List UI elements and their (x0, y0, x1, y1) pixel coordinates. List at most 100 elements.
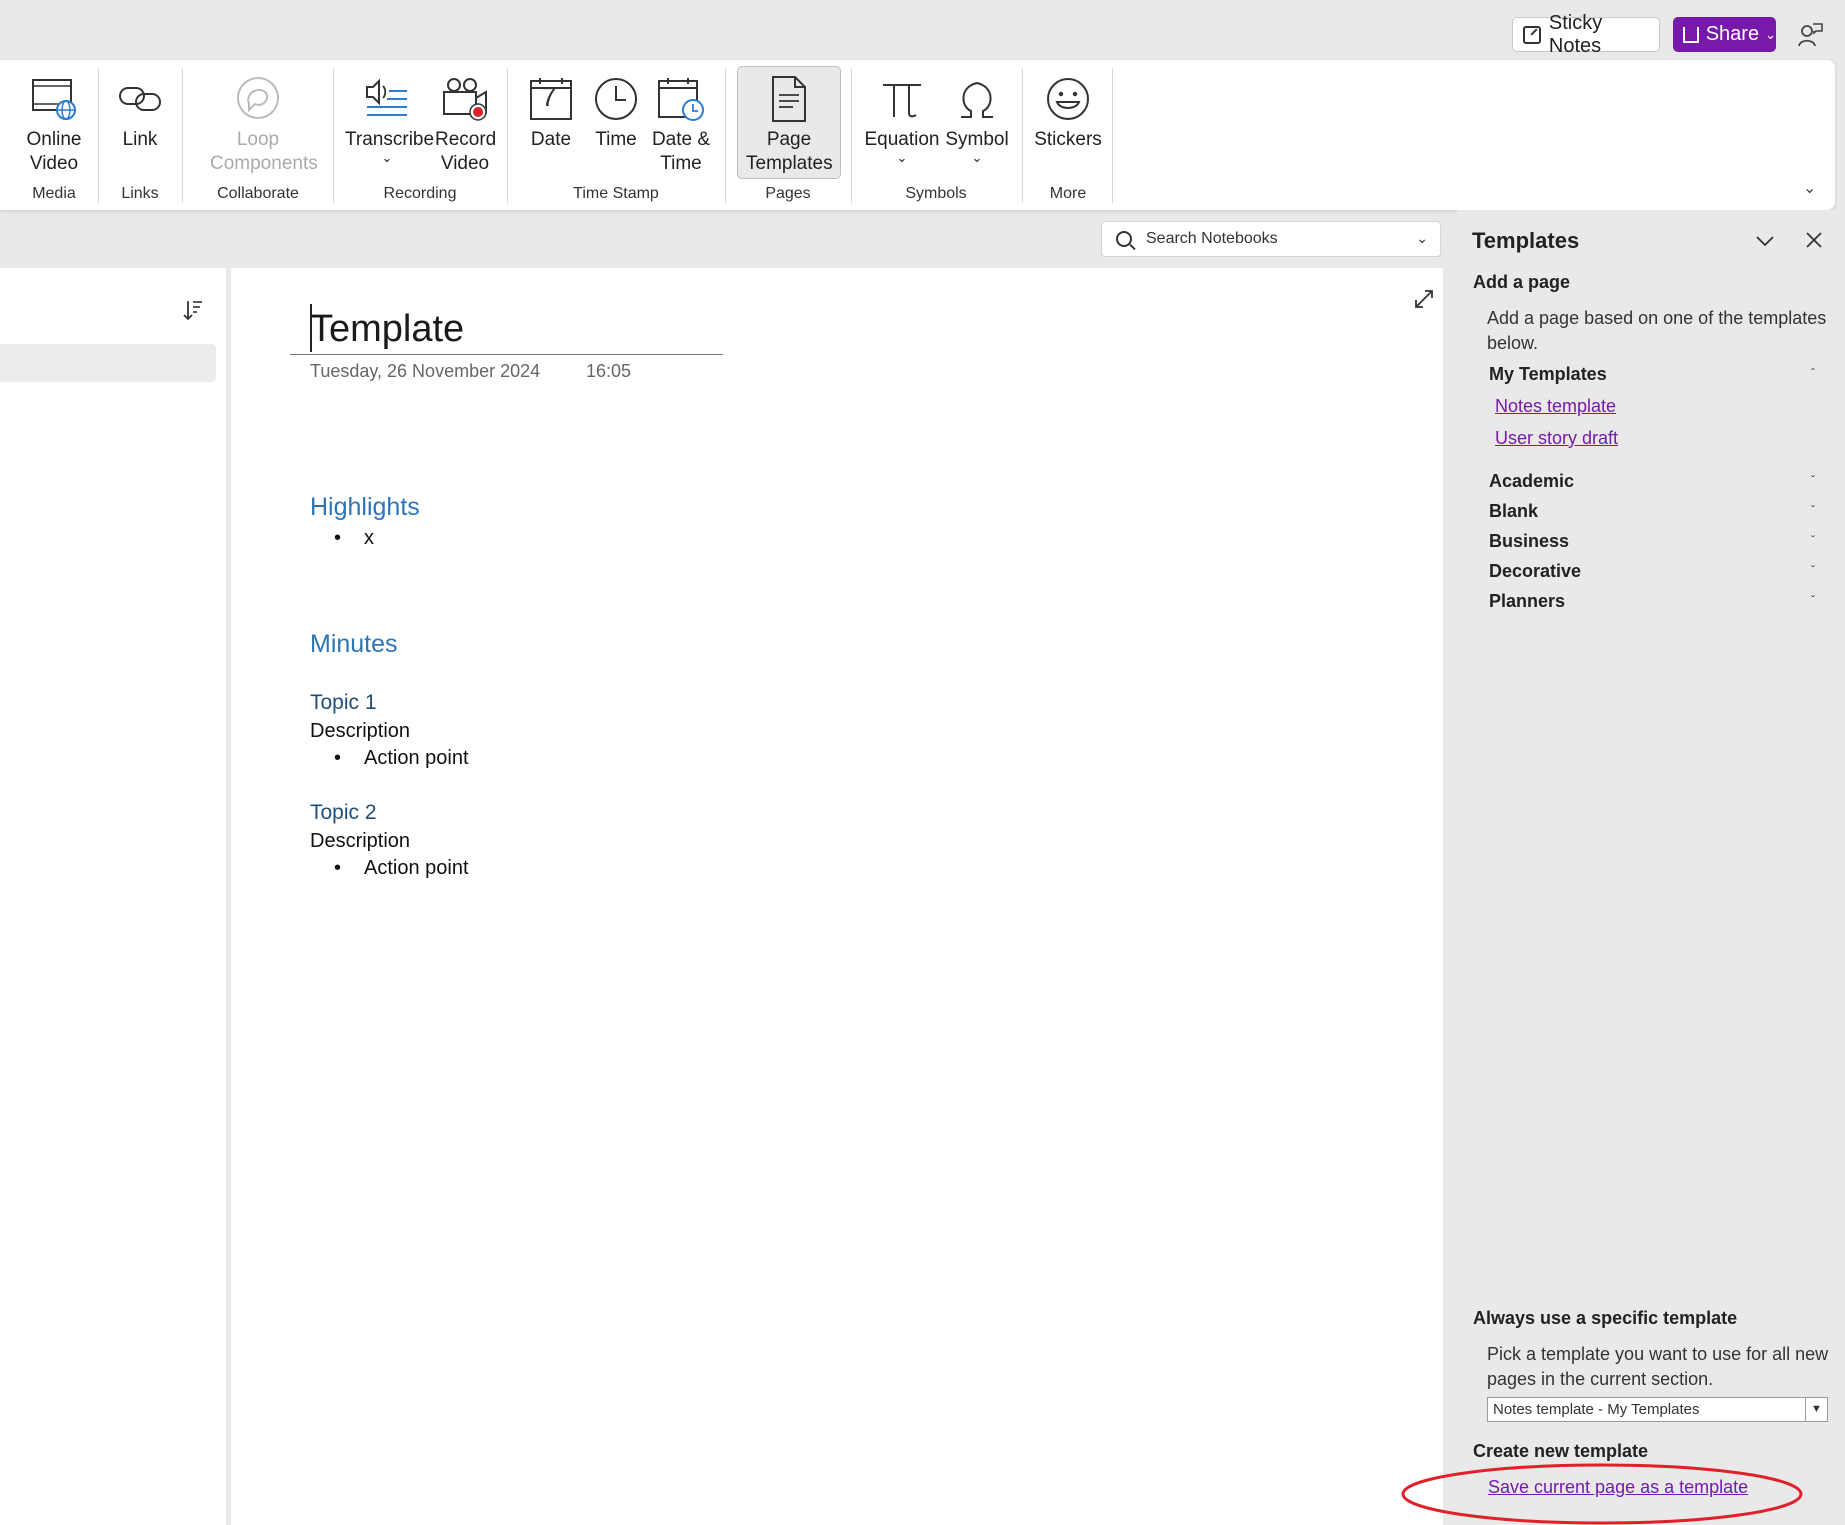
chevron-down-icon: ˇ (1811, 473, 1815, 487)
create-template-heading: Create new template (1473, 1441, 1649, 1461)
group-divider (182, 68, 183, 203)
group-time-stamp: Time Stamp (573, 185, 659, 202)
chevron-down-icon[interactable] (1754, 230, 1776, 252)
group-links: Links (121, 185, 159, 202)
record-video-button[interactable]: Record Video (430, 70, 500, 176)
chevron-down-icon: ˇ (1811, 503, 1815, 517)
templates-pane-title: Templates (1472, 228, 1580, 253)
page-canvas[interactable] (231, 268, 1443, 1525)
close-icon[interactable] (1804, 230, 1824, 250)
group-divider (333, 68, 334, 203)
record-video-label: Record Video (435, 129, 497, 174)
loop-components-label: Loop Components (210, 129, 318, 174)
list-item[interactable]: Action point (334, 857, 469, 880)
topic-1-heading[interactable]: Topic 1 (310, 691, 377, 715)
time-button[interactable]: Time (590, 70, 642, 152)
symbol-label: Symbol (945, 129, 1009, 150)
title-underline (290, 354, 723, 355)
list-item[interactable]: x (334, 527, 374, 550)
category-planners[interactable]: Planners ˇ (1489, 591, 1815, 612)
add-page-description: Add a page based on one of the templates… (1487, 308, 1827, 353)
group-more: More (1049, 185, 1087, 202)
group-recording: Recording (383, 185, 457, 202)
page-templates-label: Page Templates (746, 129, 833, 174)
sort-icon[interactable] (180, 298, 204, 322)
calendar-clock-icon (648, 70, 714, 128)
page-date: Tuesday, 26 November 2024 (310, 361, 541, 381)
chevron-down-icon: ⌄ (1765, 26, 1776, 42)
group-media: Media (32, 185, 76, 202)
chevron-down-icon[interactable]: ⌄ (1416, 230, 1428, 247)
online-video-label: Online Video (26, 129, 82, 174)
loop-components-button[interactable]: Loop Components (192, 70, 324, 176)
selected-page-row[interactable] (0, 344, 216, 382)
page-list-pane (0, 268, 226, 1525)
share-button[interactable]: Share ⌄ (1673, 17, 1776, 52)
group-divider (98, 68, 99, 203)
template-link-user-story[interactable]: User story draft (1495, 428, 1618, 449)
pi-icon (864, 70, 940, 128)
link-icon (112, 70, 168, 128)
list-item[interactable]: Action point (334, 747, 469, 770)
share-icon (1683, 26, 1699, 43)
category-decorative[interactable]: Decorative ˇ (1489, 561, 1815, 582)
feedback-person-icon[interactable] (1797, 22, 1823, 48)
category-business[interactable]: Business ˇ (1489, 531, 1815, 552)
category-label: Blank (1489, 501, 1539, 521)
chevron-down-icon[interactable]: ⌄ (1803, 178, 1816, 198)
category-academic[interactable]: Academic ˇ (1489, 471, 1815, 492)
page-template-icon (737, 70, 841, 128)
search-notebooks-input[interactable]: Search Notebooks ⌄ (1101, 221, 1441, 257)
symbol-button[interactable]: Symbol ⌄ (944, 70, 1010, 164)
template-link-notes[interactable]: Notes template (1495, 396, 1616, 417)
category-label: Planners (1489, 591, 1566, 611)
minutes-heading[interactable]: Minutes (310, 630, 398, 659)
category-label: Academic (1489, 471, 1575, 491)
category-my-templates[interactable]: My Templates ˆ (1489, 364, 1815, 385)
red-highlight-ellipse (1401, 1463, 1803, 1525)
omega-icon (944, 70, 1010, 128)
chevron-down-icon: ˇ (1811, 563, 1815, 577)
bullet-text: Action point (364, 747, 469, 769)
page-templates-button[interactable]: Page Templates (737, 70, 841, 176)
calendar-day-number: 7 (541, 81, 557, 112)
stickers-button[interactable]: Stickers (1034, 70, 1102, 152)
transcribe-label: Transcribe (345, 129, 435, 150)
group-divider (507, 68, 508, 203)
topic-2-description[interactable]: Description (310, 830, 410, 853)
page-time: 16:05 (586, 361, 632, 381)
online-video-button[interactable]: Online Video (18, 70, 90, 176)
expand-icon[interactable] (1413, 288, 1435, 310)
stickers-label: Stickers (1034, 129, 1102, 150)
always-use-heading: Always use a specific template (1473, 1308, 1738, 1328)
topic-2-heading[interactable]: Topic 2 (310, 801, 377, 825)
transcribe-icon (345, 70, 429, 128)
clock-icon (590, 70, 642, 128)
group-symbols: Symbols (905, 185, 967, 202)
equation-button[interactable]: Equation ⌄ (864, 70, 940, 164)
transcribe-button[interactable]: Transcribe ⌄ (345, 70, 435, 164)
date-button[interactable]: 7 Date (526, 70, 576, 152)
page-title-text: Template (310, 308, 465, 350)
text-cursor (310, 304, 312, 352)
topic-1-description[interactable]: Description (310, 720, 410, 743)
category-label: Decorative (1489, 561, 1582, 581)
equation-label: Equation (864, 129, 940, 150)
category-label: My Templates (1489, 364, 1607, 384)
default-template-select[interactable]: Notes template - My Templates ▼ (1487, 1397, 1828, 1422)
page-title[interactable]: Template (310, 304, 465, 352)
highlights-heading[interactable]: Highlights (310, 493, 420, 522)
bullet-text: x (364, 527, 374, 549)
link-button[interactable]: Link (112, 70, 168, 152)
dropdown-arrow-icon[interactable]: ▼ (1805, 1398, 1827, 1421)
record-video-icon (430, 70, 500, 128)
chevron-up-icon: ˆ (1811, 366, 1815, 380)
group-collaborate: Collaborate (217, 185, 299, 202)
category-blank[interactable]: Blank ˇ (1489, 501, 1815, 522)
date-label: Date (530, 129, 572, 150)
smiley-icon (1034, 70, 1102, 128)
calendar-icon: 7 (526, 70, 576, 128)
group-divider (1112, 68, 1113, 203)
sticky-notes-button[interactable]: Sticky Notes (1512, 12, 1660, 57)
date-time-button[interactable]: Date & Time (648, 70, 714, 176)
